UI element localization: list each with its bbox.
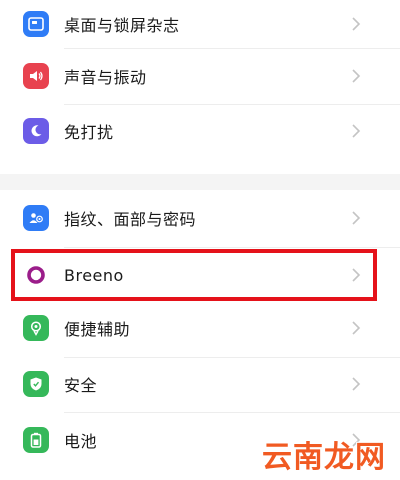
group-separator — [0, 174, 400, 190]
divider — [64, 357, 400, 358]
divider — [64, 412, 400, 413]
speaker-icon — [23, 63, 49, 89]
settings-item-do-not-disturb[interactable]: 免打扰 — [0, 107, 400, 155]
settings-item-label: 电池 — [64, 432, 98, 451]
divider — [64, 104, 400, 105]
settings-item-accessibility[interactable]: 便捷辅助 — [0, 304, 400, 352]
settings-item-label: 便捷辅助 — [64, 320, 131, 339]
settings-item-breeno[interactable]: Breeno — [0, 251, 400, 299]
chevron-right-icon — [352, 211, 361, 225]
divider — [64, 247, 400, 248]
settings-item-wallpaper[interactable]: 桌面与锁屏杂志 — [0, 0, 400, 48]
chevron-right-icon — [352, 69, 361, 83]
fingerprint-user-icon — [23, 205, 49, 231]
chevron-right-icon — [352, 124, 361, 138]
settings-page: 桌面与锁屏杂志 声音与振动 免打扰 指纹、面部与密码 Breeno 便捷辅助 安… — [0, 0, 400, 480]
settings-item-label: 免打扰 — [64, 123, 114, 142]
settings-item-label: 指纹、面部与密码 — [64, 210, 197, 229]
chevron-right-icon — [352, 17, 361, 31]
divider — [64, 48, 400, 49]
breeno-icon — [23, 262, 49, 288]
settings-item-label: 安全 — [64, 376, 98, 395]
settings-item-security[interactable]: 安全 — [0, 360, 400, 408]
hand-assist-icon — [23, 315, 49, 341]
chevron-right-icon — [352, 321, 361, 335]
settings-item-label: Breeno — [64, 265, 124, 285]
settings-item-label: 声音与振动 — [64, 68, 147, 87]
moon-icon — [23, 118, 49, 144]
battery-icon — [23, 427, 49, 453]
settings-item-sound[interactable]: 声音与振动 — [0, 52, 400, 100]
settings-item-label: 桌面与锁屏杂志 — [64, 16, 180, 35]
settings-item-fingerprint-face-password[interactable]: 指纹、面部与密码 — [0, 194, 400, 242]
shield-icon — [23, 371, 49, 397]
watermark: 云南龙网 — [262, 440, 386, 475]
chevron-right-icon — [352, 377, 361, 391]
wallpaper-icon — [23, 11, 49, 37]
chevron-right-icon — [352, 268, 361, 282]
